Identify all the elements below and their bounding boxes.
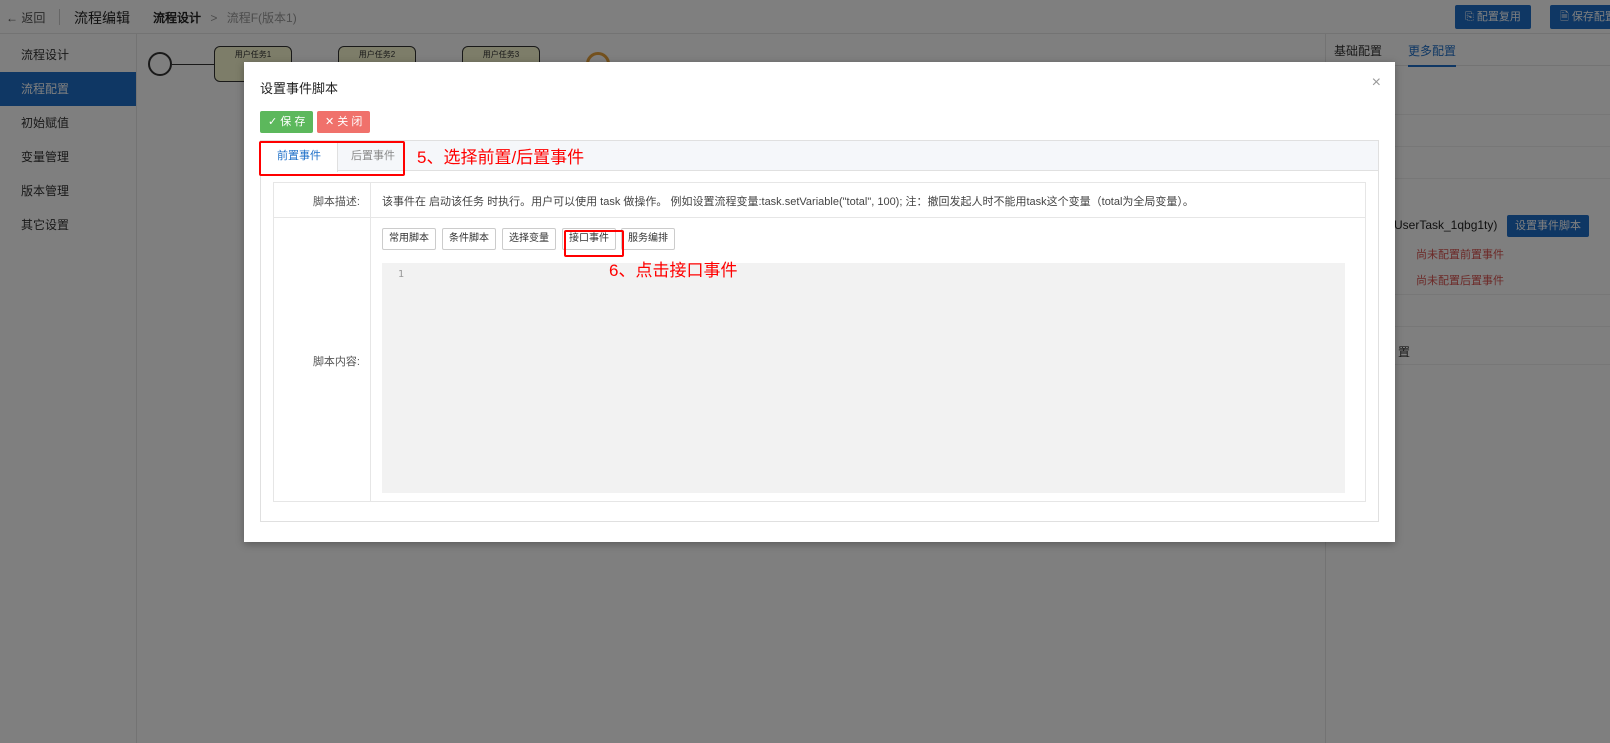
condition-script-button[interactable]: 条件脚本 — [442, 228, 496, 250]
close-icon[interactable]: × — [1372, 74, 1381, 92]
script-content-label: 脚本内容: — [312, 356, 360, 368]
script-form: 脚本描述: 该事件在 启动该任务 时执行。用户可以使用 task 做操作。 例如… — [273, 182, 1366, 502]
script-description: 该事件在 启动该任务 时执行。用户可以使用 task 做操作。 例如设置流程变量… — [382, 196, 1194, 208]
common-script-button[interactable]: 常用脚本 — [382, 228, 436, 250]
dialog-title: 设置事件脚本 — [260, 81, 339, 96]
service-orchestration-button[interactable]: 服务编排 — [621, 228, 675, 250]
form-divider — [370, 183, 371, 501]
line-number: 1 — [398, 269, 405, 280]
event-tabs: 前置事件 后置事件 脚本描述: 该事件在 启动该任务 时执行。用户可以使用 ta… — [260, 140, 1379, 522]
annotation-step-6: 6、点击接口事件 — [609, 261, 738, 280]
save-button[interactable]: ✓ 保 存 — [260, 111, 314, 133]
script-editor[interactable]: 1 — [382, 263, 1345, 493]
annotation-step-5: 5、选择前置/后置事件 — [417, 148, 585, 167]
highlight-api-event — [564, 230, 624, 257]
select-variable-button[interactable]: 选择变量 — [502, 228, 556, 250]
script-desc-label: 脚本描述: — [312, 196, 360, 208]
highlight-event-tabs — [259, 141, 405, 176]
close-button[interactable]: ✕ 关 闭 — [317, 111, 371, 133]
form-divider — [274, 217, 1365, 218]
event-script-dialog: 设置事件脚本 × ✓ 保 存 ✕ 关 闭 前置事件 后置事件 脚本描述: 该事件… — [244, 62, 1395, 542]
